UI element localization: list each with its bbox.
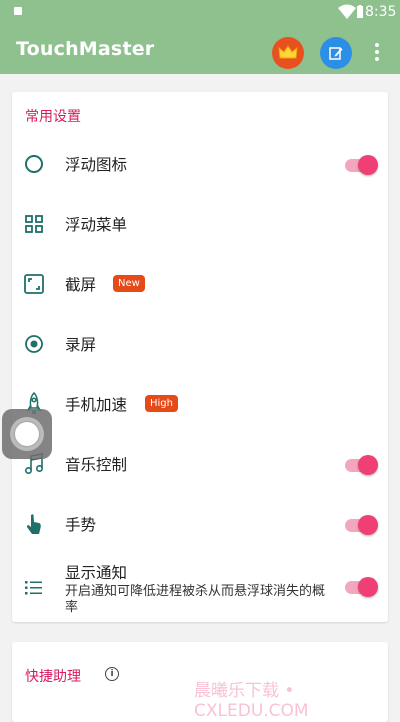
music-control-toggle[interactable] — [343, 454, 379, 476]
setting-show-notification[interactable]: 显示通知 开启通知可降低进程被杀从而悬浮球消失的概率 — [12, 552, 388, 622]
list-icon — [22, 576, 46, 600]
crown-icon — [278, 45, 298, 59]
common-settings-card: 常用设置 浮动图标 浮动菜单 截屏 New 录屏 手机加速 High 音乐控制 … — [12, 92, 388, 622]
floating-icon-toggle[interactable] — [343, 154, 379, 176]
clock: 8:35 — [365, 4, 397, 20]
grid-menu-icon — [22, 212, 46, 236]
setting-label: 显示通知 — [65, 564, 128, 582]
info-icon[interactable]: i — [105, 667, 119, 681]
record-icon — [22, 332, 46, 356]
setting-phone-boost[interactable]: 手机加速 High — [12, 374, 388, 434]
edit-button[interactable] — [320, 37, 352, 69]
status-bar: 8:35 — [0, 0, 400, 24]
app-bar: TouchMaster — [0, 24, 400, 74]
wifi-icon — [338, 4, 356, 19]
more-options-button[interactable] — [366, 38, 388, 66]
notification-toggle[interactable] — [343, 576, 379, 598]
setting-gesture[interactable]: 手势 — [12, 494, 388, 554]
setting-label: 浮动菜单 — [65, 216, 128, 234]
setting-floating-menu[interactable]: 浮动菜单 — [12, 194, 388, 254]
watermark: 晨曦乐下载 • CXLEDU.COM — [194, 681, 309, 721]
section-title: 快捷助理 — [25, 669, 81, 685]
setting-floating-icon[interactable]: 浮动图标 — [12, 134, 388, 194]
section-title: 常用设置 — [25, 109, 81, 125]
notification-icon — [14, 7, 22, 15]
setting-label: 手机加速 — [65, 396, 128, 414]
screenshot-icon — [22, 272, 46, 296]
edit-icon — [329, 47, 343, 60]
setting-label: 手势 — [65, 516, 97, 534]
battery-icon — [357, 5, 363, 18]
setting-screen-record[interactable]: 录屏 — [12, 314, 388, 374]
setting-screenshot[interactable]: 截屏 New — [12, 254, 388, 314]
app-title: TouchMaster — [16, 38, 155, 60]
setting-label: 音乐控制 — [65, 456, 128, 474]
gesture-hand-icon — [22, 512, 46, 536]
setting-description: 开启通知可降低进程被杀从而悬浮球消失的概率 — [65, 584, 326, 615]
setting-label: 录屏 — [65, 336, 97, 354]
setting-label: 浮动图标 — [65, 156, 128, 174]
floating-touch-button[interactable] — [2, 409, 52, 459]
high-badge: High — [145, 395, 178, 412]
new-badge: New — [113, 275, 145, 292]
circle-outline-icon — [22, 152, 46, 176]
gesture-toggle[interactable] — [343, 514, 379, 536]
setting-music-control[interactable]: 音乐控制 — [12, 434, 388, 494]
setting-label: 截屏 — [65, 276, 97, 294]
vip-button[interactable] — [272, 37, 304, 69]
more-vert-icon — [375, 43, 379, 47]
